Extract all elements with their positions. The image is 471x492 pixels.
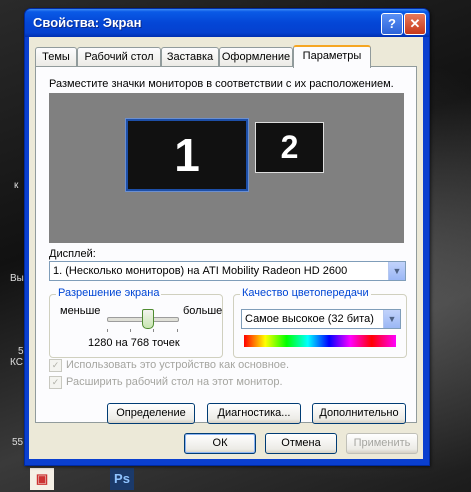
resolution-slider-thumb[interactable]: [142, 309, 154, 329]
tab-screensaver[interactable]: Заставка: [161, 47, 219, 66]
title-bar[interactable]: Свойства: Экран ? ✕: [25, 9, 429, 37]
resolution-title: Разрешение экрана: [56, 287, 162, 299]
display-select[interactable]: 1. (Несколько мониторов) на ATI Mobility…: [49, 261, 406, 281]
resolution-less-label: меньше: [60, 305, 101, 317]
intro-text: Разместите значки мониторов в соответств…: [49, 78, 394, 90]
tab-desktop[interactable]: Рабочий стол: [77, 47, 161, 66]
apply-button[interactable]: Применить: [346, 433, 418, 454]
photoshop-icon[interactable]: Ps: [110, 468, 134, 490]
desktop-label: к: [14, 180, 19, 191]
help-button[interactable]: ?: [381, 13, 403, 35]
resolution-group: Разрешение экрана меньше больше 1280 на …: [49, 287, 223, 358]
tab-appearance[interactable]: Оформление: [219, 47, 293, 66]
tab-themes[interactable]: Темы: [35, 47, 77, 66]
extend-checkbox[interactable]: ✓: [49, 376, 62, 389]
slider-ticks: [107, 329, 179, 332]
desktop-label: 55: [12, 437, 24, 448]
monitor-2[interactable]: 2: [255, 122, 324, 173]
close-button[interactable]: ✕: [404, 13, 426, 35]
color-quality-group: Качество цветопередачи Самое высокое (32…: [233, 287, 407, 358]
diagnostics-button[interactable]: Диагностика...: [207, 403, 301, 424]
powerpoint-icon[interactable]: ▣: [30, 468, 54, 490]
resolution-value: 1280 на 768 точек: [88, 337, 180, 349]
desktop-label: Вы: [10, 273, 24, 284]
dialog-client: Темы Рабочий стол Заставка Оформление Па…: [29, 37, 423, 459]
display-label: Дисплей:: [49, 248, 96, 260]
resolution-more-label: больше: [183, 305, 223, 317]
color-spectrum-bar: [244, 335, 396, 347]
desktop-label: КС: [10, 357, 23, 368]
chevron-down-icon[interactable]: ▼: [383, 310, 400, 328]
advanced-button[interactable]: Дополнительно: [312, 403, 406, 424]
window-title: Свойства: Экран: [33, 15, 142, 30]
monitor-arrangement-area[interactable]: 1 2: [49, 93, 404, 243]
primary-checkbox-label: Использовать это устройство как основное…: [66, 359, 290, 371]
display-properties-window: Свойства: Экран ? ✕ Темы Рабочий стол За…: [24, 8, 430, 466]
ok-button[interactable]: ОК: [184, 433, 256, 454]
primary-checkbox[interactable]: ✓: [49, 359, 62, 372]
settings-panel: Разместите значки мониторов в соответств…: [35, 66, 417, 424]
color-quality-title: Качество цветопередачи: [240, 287, 371, 299]
extend-checkbox-label: Расширить рабочий стол на этот монитор.: [66, 376, 283, 388]
cancel-button[interactable]: Отмена: [265, 433, 337, 454]
monitor-1[interactable]: 1: [125, 118, 249, 192]
color-quality-select[interactable]: Самое высокое (32 бита) ▼: [241, 309, 401, 329]
color-quality-value: Самое высокое (32 бита): [245, 313, 374, 325]
display-select-value: 1. (Несколько мониторов) на ATI Mobility…: [53, 265, 348, 277]
identify-button[interactable]: Определение: [107, 403, 195, 424]
tab-settings[interactable]: Параметры: [293, 45, 371, 68]
desktop-label: 5: [18, 346, 24, 357]
chevron-down-icon[interactable]: ▼: [388, 262, 405, 280]
